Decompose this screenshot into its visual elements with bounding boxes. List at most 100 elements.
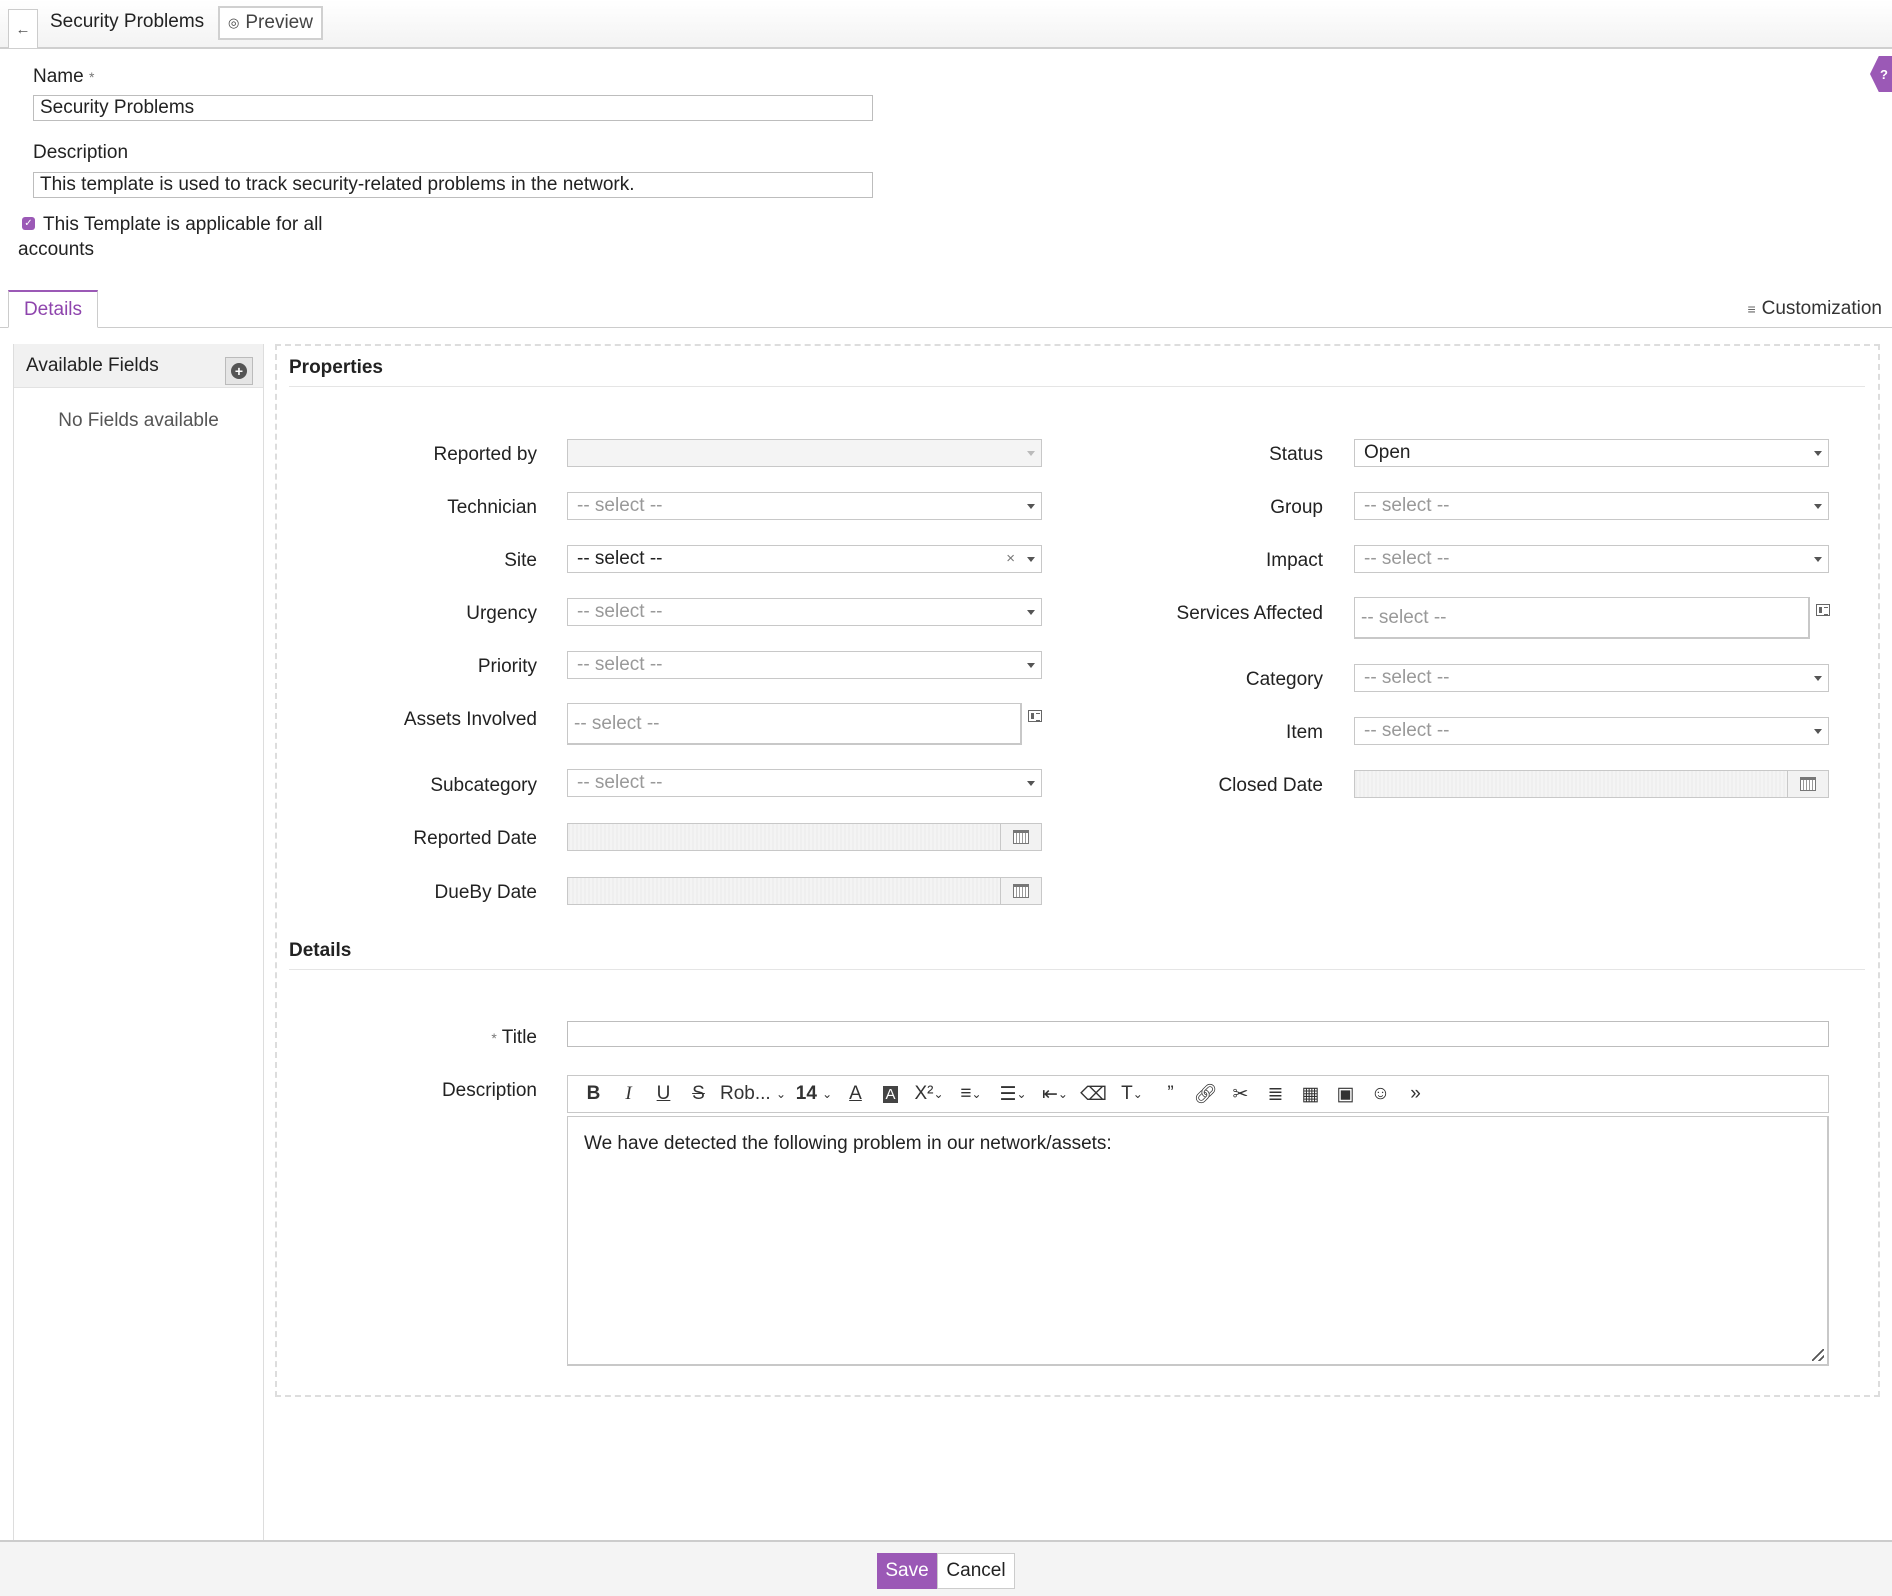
item-select[interactable]: -- select -- (1354, 717, 1829, 745)
details-divider (289, 969, 1865, 970)
closed-date-picker[interactable] (1787, 770, 1829, 798)
underline-icon[interactable]: U (646, 1079, 681, 1109)
urgency-label: Urgency (466, 603, 537, 624)
description-label: Description (33, 142, 129, 163)
font-family-select[interactable]: Rob... ⌄ (716, 1079, 790, 1109)
name-input[interactable]: Security Problems (33, 95, 873, 121)
tab-divider (0, 327, 1892, 328)
site-select[interactable]: -- select -- × (567, 545, 1042, 573)
description-editor-label: Description (441, 1080, 537, 1101)
page-title: Security Problems (50, 11, 205, 32)
editor-text: We have detected the following problem i… (584, 1133, 1112, 1154)
item-label: Item (1286, 722, 1323, 743)
all-accounts-label: This Template is applicable for all acco… (18, 214, 323, 260)
tab-details[interactable]: Details (8, 290, 98, 328)
properties-divider (289, 386, 1865, 387)
text-format-icon[interactable]: T ⌄ (1111, 1079, 1153, 1109)
properties-section-title: Properties (289, 357, 383, 378)
bold-icon[interactable]: B (576, 1079, 611, 1109)
resize-handle-icon[interactable] (1812, 1349, 1824, 1361)
table-icon[interactable]: ▦ (1293, 1079, 1328, 1109)
group-label: Group (1270, 497, 1323, 518)
dueby-date-label: DueBy Date (434, 882, 537, 903)
site-label: Site (504, 550, 537, 571)
subcategory-label: Subcategory (430, 775, 537, 796)
no-fields-text: No Fields available (58, 410, 219, 431)
reported-date-input[interactable] (567, 823, 1001, 851)
status-select[interactable]: Open (1354, 439, 1829, 467)
impact-label: Impact (1265, 550, 1323, 571)
preview-label: Preview (245, 12, 313, 33)
back-button[interactable]: ← (8, 9, 38, 48)
description-editor[interactable]: We have detected the following problem i… (567, 1116, 1829, 1366)
reported-date-label: Reported Date (413, 828, 537, 849)
calendar-icon (1013, 830, 1029, 844)
italic-icon[interactable]: I (611, 1079, 646, 1109)
category-label: Category (1245, 669, 1323, 690)
dueby-date-picker[interactable] (1000, 877, 1042, 905)
indent-icon[interactable]: ⇤ ⌄ (1034, 1079, 1076, 1109)
assets-involved-label: Assets Involved (403, 709, 537, 730)
urgency-select[interactable]: -- select -- (567, 598, 1042, 626)
group-select[interactable]: -- select -- (1354, 492, 1829, 520)
category-select[interactable]: -- select -- (1354, 664, 1829, 692)
available-fields-header: Available Fields + (14, 344, 263, 388)
list-picker-icon[interactable] (1816, 604, 1830, 616)
add-field-button[interactable]: + (225, 357, 253, 385)
impact-select[interactable]: -- select -- (1354, 545, 1829, 573)
closed-date-input[interactable] (1354, 770, 1788, 798)
title-input[interactable] (567, 1021, 1829, 1047)
top-bar: ← Security Problems ◎ Preview (0, 0, 1892, 49)
preview-button[interactable]: ◎ Preview (218, 6, 323, 40)
customization-link[interactable]: ≡ Customization (1747, 298, 1882, 320)
available-fields-panel: Available Fields + No Fields available (13, 344, 264, 1542)
chevron-down-icon: ⌄ (775, 1087, 787, 1101)
status-label: Status (1269, 444, 1323, 465)
technician-select[interactable]: -- select -- (567, 492, 1042, 520)
sliders-icon: ≡ (1747, 301, 1756, 317)
chevron-down-icon: ⌄ (822, 1087, 833, 1101)
services-affected-label: Services Affected (1176, 603, 1323, 624)
list-picker-icon[interactable] (1028, 710, 1042, 722)
available-fields-title: Available Fields (26, 354, 159, 376)
eye-icon: ◎ (228, 15, 240, 30)
save-button[interactable]: Save (877, 1553, 937, 1589)
assets-involved-select[interactable]: -- select -- (567, 703, 1022, 745)
clear-icon[interactable]: × (1006, 548, 1015, 570)
more-icon[interactable]: » (1398, 1079, 1433, 1109)
image-icon[interactable]: ▣ (1328, 1079, 1363, 1109)
reported-by-label: Reported by (433, 444, 537, 465)
subcategory-select[interactable]: -- select -- (567, 769, 1042, 797)
closed-date-label: Closed Date (1218, 775, 1323, 796)
list-icon[interactable]: ☰ ⌄ (992, 1079, 1034, 1109)
reported-date-picker[interactable] (1000, 823, 1042, 851)
arrow-left-icon: ← (15, 20, 31, 38)
unlink-icon[interactable]: ✂ (1223, 1079, 1258, 1109)
description-input[interactable]: This template is used to track security-… (33, 172, 873, 198)
strikethrough-icon[interactable]: S (681, 1079, 716, 1109)
help-icon[interactable]: ? (1870, 56, 1892, 92)
horizontal-rule-icon[interactable]: ≣ (1258, 1079, 1293, 1109)
services-affected-select[interactable]: -- select -- (1354, 597, 1810, 639)
customization-label: Customization (1761, 298, 1882, 319)
technician-label: Technician (447, 497, 537, 518)
highlight-icon[interactable]: A (873, 1079, 908, 1109)
align-icon[interactable]: ≡ ⌄ (950, 1079, 992, 1109)
title-label: * Title (491, 1027, 537, 1048)
cancel-button[interactable]: Cancel (937, 1553, 1015, 1589)
priority-label: Priority (477, 656, 537, 677)
editor-toolbar: B I U S Rob... ⌄ 14 ⌄ A A X² ⌄ ≡ ⌄ ☰ ⌄ ⇤ ⌄ ⌫… (567, 1075, 1829, 1113)
font-color-icon[interactable]: A (838, 1079, 873, 1109)
superscript-icon[interactable]: X² ⌄ (908, 1079, 950, 1109)
calendar-icon (1013, 884, 1029, 898)
priority-select[interactable]: -- select -- (567, 651, 1042, 679)
font-size-select[interactable]: 14 ⌄ (790, 1079, 838, 1109)
calendar-icon (1800, 777, 1816, 791)
eraser-icon[interactable]: ⌫ (1076, 1079, 1111, 1109)
link-icon[interactable]: 🔗︎ (1188, 1079, 1223, 1109)
emoji-icon[interactable]: ☺ (1363, 1079, 1398, 1109)
plus-icon: + (231, 363, 247, 379)
reported-by-select[interactable] (567, 439, 1042, 467)
dueby-date-input[interactable] (567, 877, 1001, 905)
quote-icon[interactable]: ” (1153, 1079, 1188, 1109)
